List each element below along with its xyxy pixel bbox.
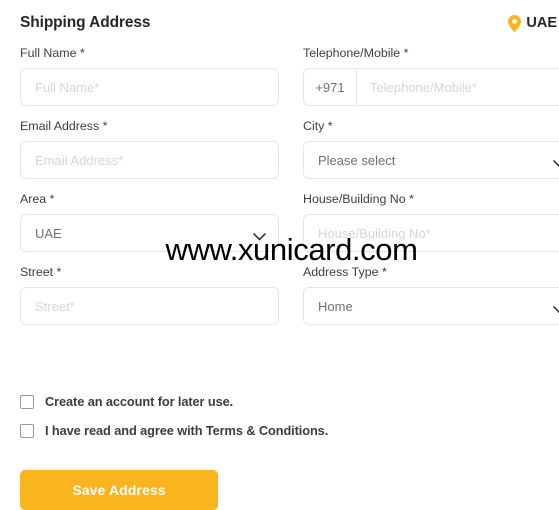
column-gap (279, 192, 303, 265)
field-city: City * Please select (303, 119, 559, 179)
field-street: Street * Street* (20, 265, 279, 325)
field-house-building-no: House/Building No * House/Building No* (303, 192, 559, 252)
form-column-left: Area * UAE (20, 192, 279, 265)
page-title: Shipping Address (20, 14, 151, 31)
field-label-telephone: Telephone/Mobile * (303, 46, 409, 60)
field-label-house-building-no: House/Building No * (303, 192, 414, 206)
column-gap (279, 46, 303, 119)
street-input[interactable]: Street* (20, 287, 279, 325)
shipping-address-page: Shipping Address UAE Full Name * Full Na… (0, 0, 559, 510)
full-name-input[interactable]: Full Name* (20, 68, 279, 106)
form-column-left: Full Name * Full Name* (20, 46, 279, 119)
country-label: UAE (526, 15, 557, 31)
page-header: Shipping Address UAE (0, 0, 559, 46)
area-select[interactable]: UAE (20, 214, 279, 252)
field-label-full-name: Full Name * (20, 46, 85, 60)
chevron-down-icon (253, 229, 266, 241)
shipping-address-form: Full Name * Full Name* Telephone/Mobile … (0, 46, 559, 338)
field-label-city: City * (303, 119, 333, 133)
form-row: Street * Street* Address Type * Home (0, 265, 559, 338)
checkbox-row-create-account[interactable]: Create an account for later use. (20, 394, 440, 409)
chevron-down-icon (553, 156, 559, 168)
field-address-type: Address Type * Home (303, 265, 559, 325)
form-column-right: Telephone/Mobile * +971 Telephone/Mobile… (303, 46, 559, 119)
chevron-down-icon (553, 302, 559, 314)
create-account-label: Create an account for later use. (45, 394, 234, 409)
form-column-right: Address Type * Home (303, 265, 559, 338)
column-gap (279, 119, 303, 192)
form-column-right: House/Building No * House/Building No* (303, 192, 559, 265)
create-account-checkbox[interactable] (20, 394, 34, 409)
telephone-country-code[interactable]: +971 (303, 68, 356, 106)
checkbox-row-terms[interactable]: I have read and agree with Terms & Condi… (20, 423, 440, 438)
area-select-wrapper: UAE (20, 214, 279, 252)
form-column-left: Street * Street* (20, 265, 279, 338)
telephone-input[interactable]: Telephone/Mobile* (356, 68, 559, 106)
field-label-area: Area * (20, 192, 55, 206)
country-selector[interactable]: UAE (508, 14, 557, 32)
field-label-street: Street * (20, 265, 62, 279)
field-telephone: Telephone/Mobile * +971 Telephone/Mobile… (303, 46, 559, 106)
form-row: Area * UAE House/Building No * House/Bui… (0, 192, 559, 265)
form-row: Email Address * Email Address* City * Pl… (0, 119, 559, 192)
field-full-name: Full Name * Full Name* (20, 46, 279, 106)
field-label-email-address: Email Address * (20, 119, 108, 133)
address-type-select[interactable]: Home (303, 287, 559, 325)
city-select-value: Please select (318, 152, 396, 168)
email-address-input[interactable]: Email Address* (20, 141, 279, 179)
house-building-no-input[interactable]: House/Building No* (303, 214, 559, 252)
field-label-address-type: Address Type * (303, 265, 387, 279)
terms-checkbox[interactable] (20, 423, 34, 438)
area-select-value: UAE (35, 225, 62, 241)
city-select[interactable]: Please select (303, 141, 559, 179)
field-area: Area * UAE (20, 192, 279, 252)
address-type-select-value: Home (318, 298, 353, 314)
terms-label: I have read and agree with Terms & Condi… (45, 423, 329, 438)
location-pin-icon (508, 14, 522, 32)
form-column-right: City * Please select (303, 119, 559, 192)
consent-checkbox-group: Create an account for later use. I have … (20, 394, 440, 452)
column-gap (279, 265, 303, 338)
field-email-address: Email Address * Email Address* (20, 119, 279, 179)
telephone-group: +971 Telephone/Mobile* (303, 68, 559, 106)
form-row: Full Name * Full Name* Telephone/Mobile … (0, 46, 559, 119)
save-address-button[interactable]: Save Address (20, 470, 218, 510)
form-column-left: Email Address * Email Address* (20, 119, 279, 192)
